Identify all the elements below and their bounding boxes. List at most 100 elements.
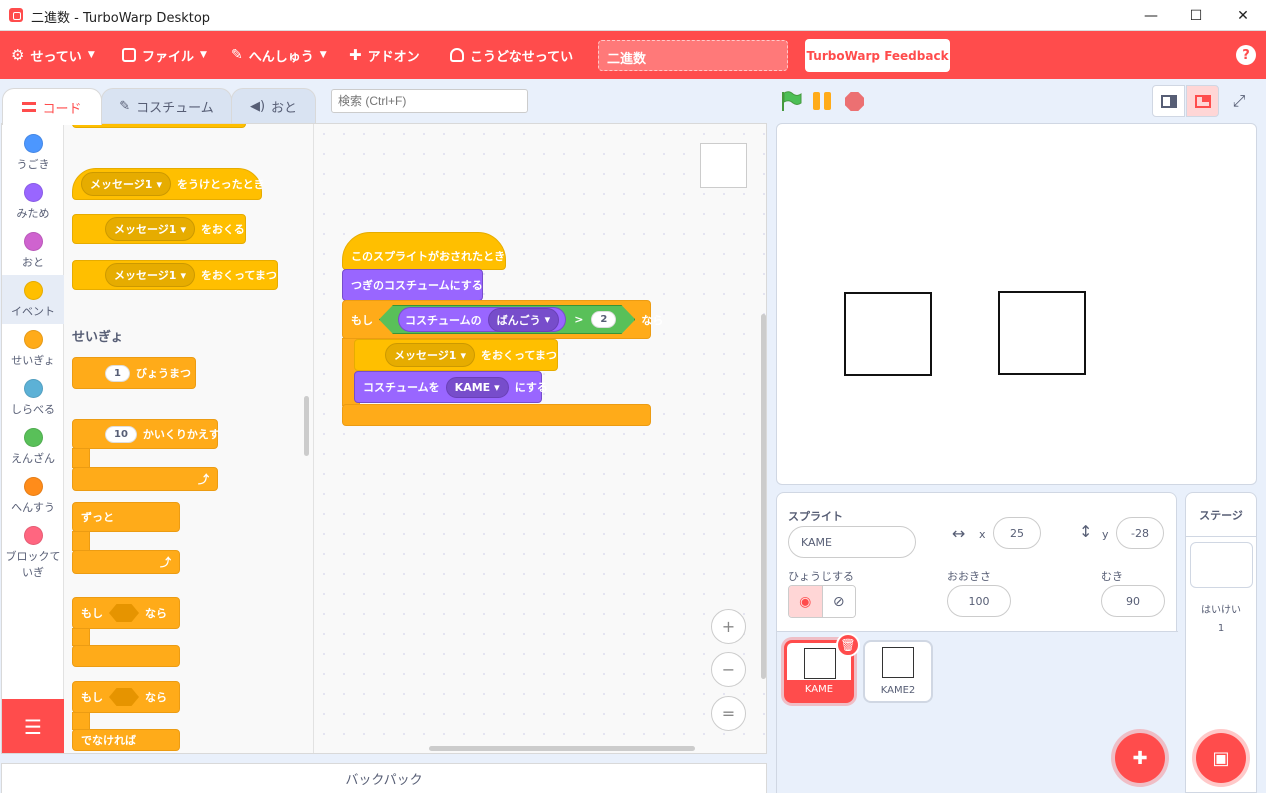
advanced-settings-menu[interactable]: こうどなせってい <box>450 31 573 79</box>
category-label: みため <box>16 207 50 220</box>
category-motion[interactable]: うごき <box>2 128 64 177</box>
category-sound[interactable]: おと <box>2 226 64 275</box>
show-eye-icon[interactable]: ◉ <box>789 586 822 617</box>
message-dropdown[interactable]: メッセージ1 ▾ <box>105 263 195 287</box>
green-flag-icon[interactable] <box>780 91 802 111</box>
category-variables[interactable]: へんすう <box>2 471 64 520</box>
message-dropdown[interactable]: メッセージ1 ▾ <box>105 217 195 241</box>
palette-if-block[interactable]: もし なら <box>72 597 180 629</box>
category-looks[interactable]: みため <box>2 177 64 226</box>
palette-wait-block[interactable]: 1 びょうまつ <box>72 357 196 389</box>
maximize-button[interactable]: ☐ <box>1173 0 1219 31</box>
tab-costumes[interactable]: ✎ コスチューム <box>101 88 232 124</box>
block-text: でなければ <box>81 734 136 747</box>
dropdown-value: メッセージ1 <box>114 269 177 282</box>
normal-stage-button[interactable] <box>1186 85 1219 117</box>
palette-if-foot <box>72 645 180 667</box>
hide-eye-icon[interactable]: ⊘ <box>821 586 855 617</box>
variables-dot-icon <box>23 477 43 496</box>
help-icon[interactable]: ? <box>1236 45 1256 65</box>
workspace-horizontal-scrollbar[interactable] <box>429 746 695 751</box>
window-title: 二進数 - TurboWarp Desktop <box>31 11 211 26</box>
dropdown-value: ばんごう <box>496 313 541 327</box>
boolean-slot[interactable] <box>109 688 139 706</box>
y-position-field[interactable]: -28 <box>1116 517 1164 549</box>
palette-scrollbar[interactable] <box>304 396 309 456</box>
small-stage-button[interactable] <box>1152 85 1185 117</box>
sprite-kame[interactable] <box>844 292 932 376</box>
palette-repeat-foot: ⤴ <box>72 467 218 491</box>
zoom-reset-button[interactable]: = <box>711 696 746 731</box>
sprite-kame2[interactable] <box>998 291 1086 375</box>
if-block[interactable]: もし コスチュームの ばんごう ▾ > 2 なら <box>342 300 663 339</box>
minimize-button[interactable]: — <box>1128 0 1174 31</box>
costume-number-reporter[interactable]: コスチュームの ばんごう ▾ <box>398 307 566 332</box>
palette-broadcast-block[interactable]: メッセージ1 ▾ をおくる <box>72 214 246 244</box>
block-text: このスプライトがおされたとき <box>351 250 505 263</box>
backpack-panel[interactable]: バックパック <box>1 763 767 793</box>
broadcast-and-wait-block[interactable]: メッセージ1 ▾ をおくってまつ <box>354 339 558 371</box>
choose-backdrop-button[interactable]: ▣ <box>1196 733 1246 783</box>
palette-if-else-arm <box>72 712 90 730</box>
palette-forever-block[interactable]: ずっと <box>72 502 180 532</box>
edit-menu[interactable]: ✎ へんしゅう ▼ <box>231 31 327 79</box>
script-workspace[interactable]: このスプライトがおされたとき つぎのコスチュームにする もし コスチュームの ば… <box>314 124 766 753</box>
stage-canvas[interactable] <box>776 123 1257 485</box>
boolean-slot[interactable] <box>109 604 139 622</box>
feedback-button[interactable]: TurboWarp Feedback <box>805 39 950 72</box>
zoom-out-button[interactable]: − <box>711 652 746 687</box>
zoom-in-button[interactable]: + <box>711 609 746 644</box>
sprite-thumb-kame2[interactable]: KAME2 <box>863 640 933 703</box>
next-costume-block[interactable]: つぎのコスチュームにする <box>342 269 483 301</box>
stage-thumbnail[interactable] <box>1190 542 1253 588</box>
palette-forever-arm <box>72 531 90 551</box>
project-title-input[interactable]: 二進数 <box>598 40 788 71</box>
palette-repeat-block[interactable]: 10 かいくりかえす <box>72 419 220 449</box>
block-text: つぎのコスチュームにする <box>351 279 483 292</box>
tab-code[interactable]: コード <box>2 88 102 125</box>
choose-sprite-button[interactable]: ✚ <box>1115 733 1165 783</box>
advanced-menu-label: こうどなせってい <box>470 49 574 65</box>
block-search-input[interactable] <box>331 89 528 113</box>
costume-field-dropdown[interactable]: ばんごう ▾ <box>488 308 560 332</box>
category-label: イベント <box>11 305 55 318</box>
delete-sprite-icon[interactable]: 🗑 <box>836 633 860 657</box>
direction-field[interactable]: 90 <box>1101 585 1165 617</box>
speaker-icon: ◀) <box>249 99 266 114</box>
pause-button[interactable] <box>813 92 833 110</box>
switch-costume-block[interactable]: コスチュームを KAME ▾ にする <box>354 371 548 403</box>
when-sprite-clicked-block[interactable]: このスプライトがおされたとき <box>342 232 506 270</box>
sprite-thumb-name: KAME2 <box>880 685 916 696</box>
dropdown-value: メッセージ1 <box>114 223 177 236</box>
edit-menu-label: へんしゅう <box>248 49 314 65</box>
category-label: せいぎょ <box>11 354 55 367</box>
x-position-field[interactable]: 25 <box>993 517 1041 549</box>
message-dropdown[interactable]: メッセージ1 ▾ <box>385 343 475 367</box>
category-events[interactable]: イベント <box>2 275 64 324</box>
workspace-vertical-scrollbar[interactable] <box>761 314 766 679</box>
addons-menu[interactable]: ✚ アドオン <box>349 31 420 79</box>
palette-broadcast-wait-block[interactable]: メッセージ1 ▾ をおくってまつ <box>72 260 278 290</box>
size-field[interactable]: 100 <box>947 585 1011 617</box>
compare-value-input[interactable]: 2 <box>591 311 616 328</box>
category-my-blocks[interactable]: ブロックて いぎ <box>2 520 64 580</box>
sprite-name-field[interactable]: KAME <box>788 526 916 558</box>
horizontal-arrows-icon: ↔ <box>952 524 966 543</box>
close-window-button[interactable]: ✕ <box>1220 0 1266 31</box>
file-menu[interactable]: ファイル ▼ <box>122 31 207 79</box>
category-operators[interactable]: えんざん <box>2 422 64 471</box>
stop-button[interactable] <box>845 92 864 111</box>
fullscreen-icon[interactable]: ⤢ <box>1229 91 1249 111</box>
costume-dropdown[interactable]: KAME ▾ <box>445 376 509 398</box>
category-control[interactable]: せいぎょ <box>2 324 64 373</box>
add-extension-button[interactable]: ☰ <box>2 699 64 753</box>
message-dropdown[interactable]: メッセージ1 ▾ <box>81 172 171 196</box>
palette-if-else-block[interactable]: もし なら <box>72 681 180 713</box>
repeat-value[interactable]: 10 <box>105 425 137 443</box>
tab-sounds[interactable]: ◀) おと <box>231 88 316 124</box>
palette-when-receive-block[interactable]: メッセージ1 ▾ をうけとったとき <box>72 168 265 200</box>
wait-value[interactable]: 1 <box>105 364 130 382</box>
category-sensing[interactable]: しらべる <box>2 373 64 422</box>
greater-than-operator[interactable]: コスチュームの ばんごう ▾ > 2 <box>379 305 635 334</box>
settings-menu[interactable]: ⚙ せってい ▼ <box>11 31 95 79</box>
